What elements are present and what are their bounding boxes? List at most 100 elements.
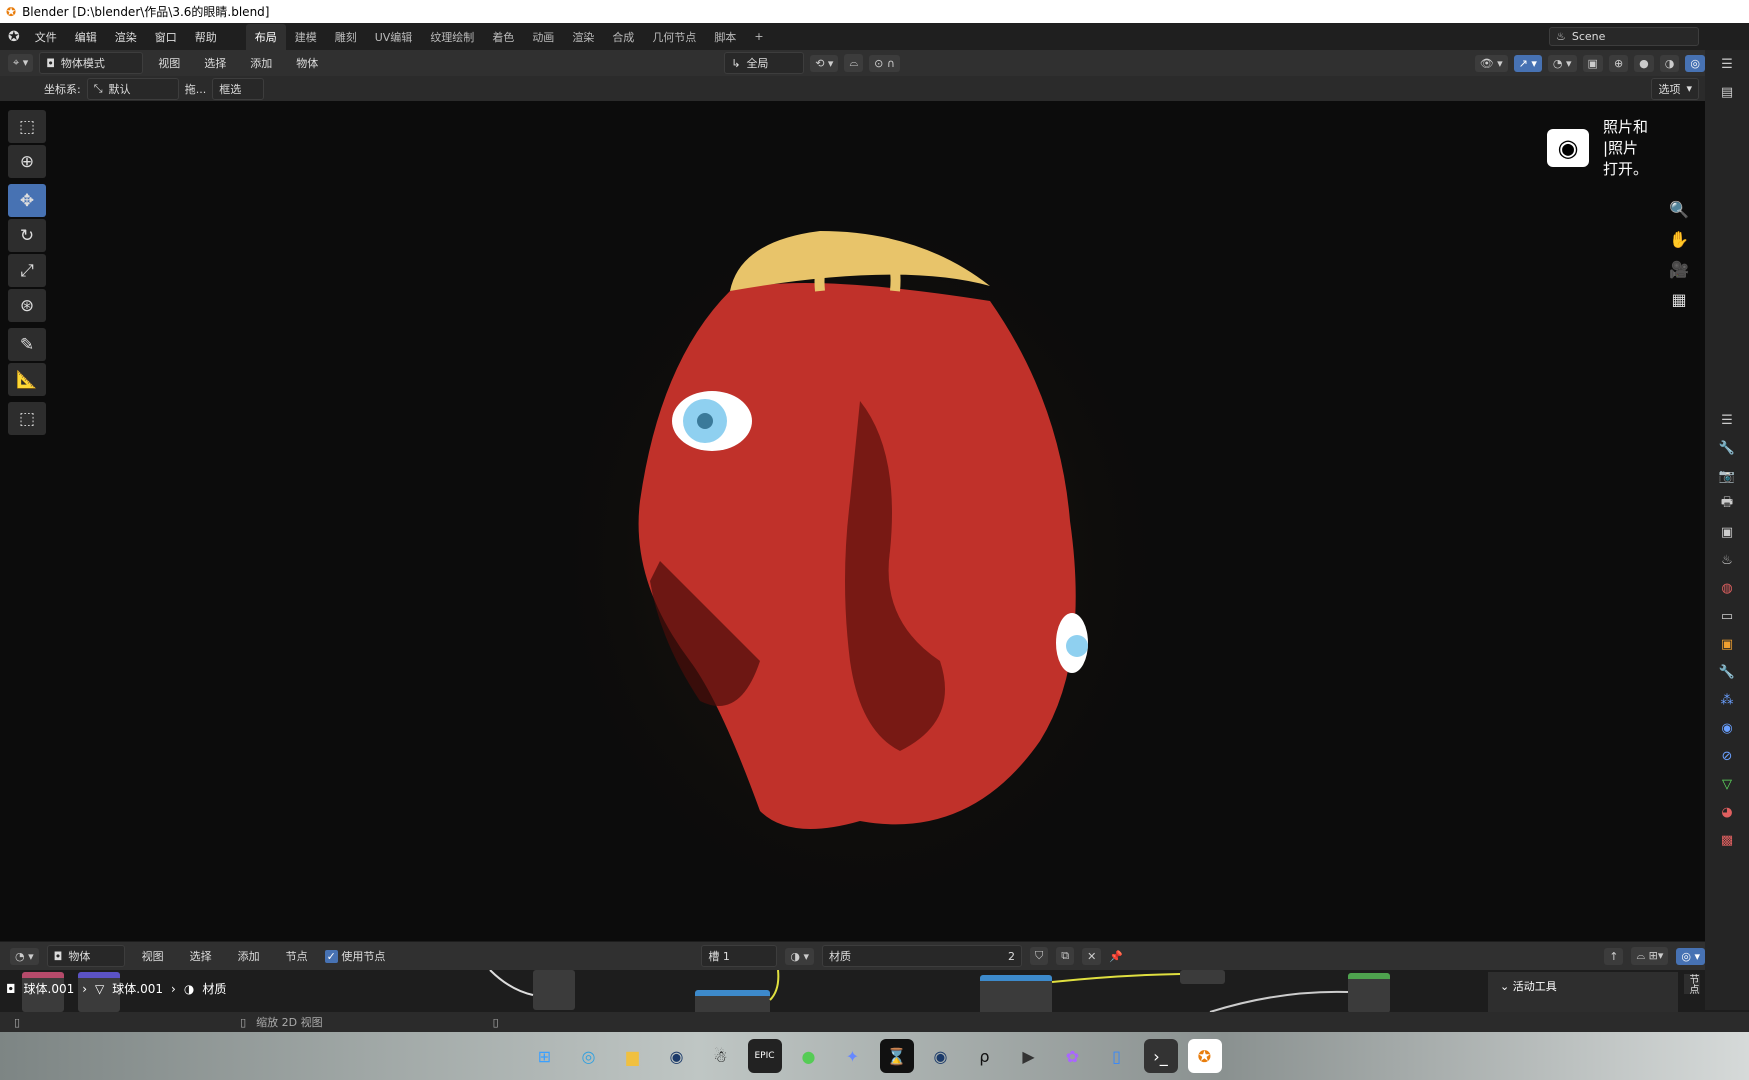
options-dropdown[interactable]: 选项 ▾ — [1651, 77, 1699, 100]
material-browse-button[interactable]: ◑ ▾ — [785, 947, 814, 965]
edge-icon[interactable]: ◎ — [572, 1039, 606, 1073]
tool-transform[interactable]: ⊛ — [8, 289, 46, 322]
shading-material[interactable]: ◑ — [1659, 54, 1680, 72]
blender-taskbar-icon[interactable]: ✪ — [1187, 1039, 1222, 1073]
menu-edit[interactable]: 编辑 — [66, 29, 106, 45]
menu-render[interactable]: 渲染 — [106, 29, 146, 45]
mode-dropdown[interactable]: ◘ 物体模式 — [39, 52, 144, 74]
tool-cursor[interactable]: ⊕ — [8, 145, 46, 178]
capcut-icon[interactable]: ⌛ — [879, 1039, 914, 1073]
menu-help[interactable]: 帮助 — [186, 29, 226, 45]
tool-measure[interactable]: 📐 — [8, 363, 46, 396]
tool-annotate[interactable]: ✎ — [8, 328, 46, 361]
output-tab-icon[interactable]: 🖶 — [1705, 490, 1749, 518]
node-overlay-button[interactable]: ◎ ▾ — [1676, 947, 1705, 965]
terminal-icon[interactable]: ›_ — [1143, 1039, 1178, 1073]
tool-select-box[interactable]: ⬚ — [8, 110, 46, 143]
menu-object[interactable]: 物体 — [287, 55, 327, 71]
parent-node-tree-button[interactable]: ↑ — [1604, 947, 1624, 965]
active-tool-title[interactable]: 活动工具 — [1513, 980, 1557, 993]
unlink-material-button[interactable]: ✕ — [1082, 947, 1102, 965]
epic-games-icon[interactable]: EPIC — [747, 1039, 782, 1073]
orientation-dropdown[interactable]: ↳ 全局 — [724, 52, 805, 74]
pin-icon[interactable]: 📌 — [1109, 950, 1123, 963]
shading-rendered[interactable]: ◎ — [1685, 54, 1705, 72]
node-object-dropdown[interactable]: ◘ 物体 — [46, 945, 125, 967]
render-tab-icon[interactable]: 📷 — [1705, 462, 1749, 490]
steam-icon[interactable]: ◉ — [660, 1039, 694, 1073]
add-workspace-button[interactable]: + — [745, 25, 772, 48]
outliner-type-icon[interactable]: ☰ — [1705, 50, 1749, 78]
tab-uv-editing[interactable]: UV编辑 — [366, 24, 422, 50]
steam-icon-2[interactable]: ◉ — [924, 1039, 958, 1073]
tool-rotate[interactable]: ↻ — [8, 219, 46, 252]
duplicate-material-button[interactable]: ⧉ — [1056, 947, 1075, 965]
slot-dropdown[interactable]: 槽 1 — [701, 945, 778, 967]
pan-hand-icon[interactable]: ✋ — [1664, 225, 1694, 255]
fake-user-button[interactable]: ⛉ — [1029, 947, 1049, 965]
tab-geometry-nodes[interactable]: 几何节点 — [643, 24, 705, 50]
tab-compositing[interactable]: 合成 — [603, 24, 643, 50]
menu-add[interactable]: 添加 — [241, 55, 281, 71]
pivot-button[interactable]: ⟲ ▾ — [810, 54, 839, 72]
menu-select[interactable]: 选择 — [195, 55, 235, 71]
node-menu-add[interactable]: 添加 — [229, 948, 269, 964]
tool-add-cube[interactable]: ⬚ — [8, 402, 46, 435]
start-icon[interactable]: ⊞ — [528, 1039, 562, 1073]
view-layer-tab-icon[interactable]: ▣ — [1705, 518, 1749, 546]
tool-scale[interactable]: ⤢ — [8, 254, 46, 287]
tool-tab-icon[interactable]: 🔧 — [1705, 434, 1749, 462]
blender-menu-icon[interactable]: ✪ — [8, 29, 20, 45]
menu-view[interactable]: 视图 — [149, 55, 189, 71]
node-sidebar-tab[interactable]: 节点 — [1684, 974, 1700, 994]
camera-view-icon[interactable]: 🎥 — [1664, 255, 1694, 285]
physics-tab-icon[interactable]: ◉ — [1705, 714, 1749, 742]
proportional-edit-toggle[interactable]: ⊙ ∩ — [869, 54, 900, 72]
scene-selector[interactable]: ♨ Scene — [1549, 27, 1699, 46]
drag-label[interactable]: 拖... — [185, 81, 207, 97]
overlay-toggle[interactable]: ◔ ▾ — [1547, 54, 1577, 72]
data-tab-icon[interactable]: ▽ — [1705, 770, 1749, 798]
material-name-field[interactable]: 材质 2 — [821, 945, 1022, 967]
shading-wireframe[interactable]: ⊕ — [1608, 54, 1629, 72]
tab-modeling[interactable]: 建模 — [286, 24, 326, 50]
constraints-tab-icon[interactable]: ⊘ — [1705, 742, 1749, 770]
editor-type-button[interactable]: ⌖ ▾ — [8, 54, 34, 72]
gizmo-toggle[interactable]: ↗ ▾ — [1513, 54, 1542, 72]
xray-toggle[interactable]: ▣ — [1582, 54, 1603, 72]
3d-viewport[interactable] — [0, 101, 1705, 941]
node-editor-canvas[interactable]: ◘ 球体.001 › ▽ 球体.001 › ◑ 材质 ⌄ 活动工具 节点 — [0, 970, 1705, 1012]
material-tab-icon[interactable]: ◕ — [1705, 798, 1749, 826]
file-explorer-icon[interactable]: ▆ — [616, 1039, 650, 1073]
material-user-count[interactable]: 2 — [1008, 950, 1015, 963]
menu-file[interactable]: 文件 — [26, 29, 66, 45]
texture-tab-icon[interactable]: ▩ — [1705, 826, 1749, 854]
object-tab-icon[interactable]: ▣ — [1705, 630, 1749, 658]
outliner-filter-icon[interactable]: ▤ — [1705, 78, 1749, 106]
visibility-button[interactable]: 👁 ▾ — [1474, 54, 1508, 72]
node-menu-select[interactable]: 选择 — [181, 948, 221, 964]
collection-tab-icon[interactable]: ▭ — [1705, 602, 1749, 630]
qq-icon[interactable]: ☃ — [704, 1039, 738, 1073]
tab-layout[interactable]: 布局 — [245, 23, 286, 50]
world-tab-icon[interactable]: ◍ — [1705, 574, 1749, 602]
shading-solid[interactable]: ● — [1634, 54, 1654, 72]
tool-move[interactable]: ✥ — [8, 184, 46, 217]
node-menu-view[interactable]: 视图 — [133, 948, 173, 964]
modifier-tab-icon[interactable]: 🔧 — [1705, 658, 1749, 686]
tab-animation[interactable]: 动画 — [523, 24, 563, 50]
tab-texture-paint[interactable]: 纹理绘制 — [421, 24, 483, 50]
phone-link-icon[interactable]: ▯ — [1100, 1039, 1134, 1073]
snap-toggle[interactable]: ⌓ — [844, 54, 864, 72]
tab-sculpting[interactable]: 雕刻 — [326, 24, 366, 50]
tab-rendering[interactable]: 渲染 — [563, 24, 603, 50]
app-icon[interactable]: ✦ — [836, 1039, 870, 1073]
zoom-icon[interactable]: 🔍 — [1664, 195, 1694, 225]
node-snap-button[interactable]: ⌓ ⊞▾ — [1631, 947, 1669, 965]
select-mode-dropdown[interactable]: 框选 — [212, 77, 265, 100]
tab-shading[interactable]: 着色 — [483, 24, 523, 50]
perspective-grid-icon[interactable]: ▦ — [1664, 285, 1694, 315]
app-rings-icon[interactable]: ✿ — [1056, 1039, 1090, 1073]
node-menu-node[interactable]: 节点 — [277, 948, 317, 964]
app-p-icon[interactable]: ρ — [968, 1039, 1002, 1073]
